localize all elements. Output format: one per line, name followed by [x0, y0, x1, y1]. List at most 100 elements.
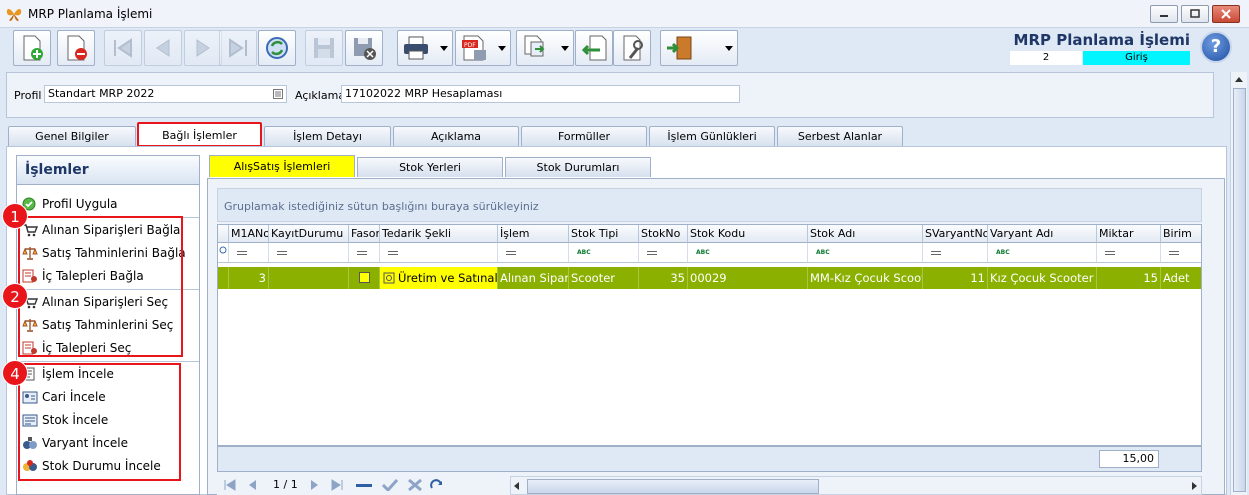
cell-islem[interactable]: Alınan Sipariş — [498, 267, 569, 289]
filter-birim[interactable] — [1161, 243, 1201, 263]
next-record-button[interactable] — [184, 30, 222, 66]
close-button[interactable] — [1212, 5, 1240, 23]
col-kayitdurumu[interactable]: KayıtDurumu — [269, 225, 349, 243]
cell-tedarik-sekli[interactable]: Üretim ve Satınalma — [380, 267, 498, 289]
col-stokno[interactable]: StokNo — [639, 225, 688, 243]
scroll-up-icon[interactable] — [1235, 77, 1243, 83]
nav-delete-icon[interactable] — [355, 479, 373, 491]
col-birim[interactable]: Birim — [1161, 225, 1201, 243]
subtab-stok-durumlari[interactable]: Stok Durumları — [505, 157, 651, 177]
horizontal-scrollbar[interactable] — [510, 476, 1202, 495]
first-record-button[interactable] — [104, 30, 142, 66]
tab-formuller[interactable]: Formüller — [521, 126, 647, 147]
save-close-button[interactable] — [345, 30, 383, 66]
profile-label: Profil — [14, 89, 42, 102]
window-title: MRP Planlama İşlemi — [28, 7, 153, 21]
filter-stok-kodu[interactable]: ABC — [688, 243, 808, 263]
record-number: 2 — [1010, 51, 1082, 65]
col-fasor[interactable]: Fasor — [349, 225, 380, 243]
filter-kayitdurumu[interactable] — [269, 243, 349, 263]
tab-bagli-islemler[interactable]: Bağlı İşlemler — [137, 122, 262, 147]
profile-field[interactable]: Standart MRP 2022 — [44, 85, 287, 103]
scroll-right-icon[interactable] — [1192, 482, 1198, 490]
filter-svaryantno[interactable] — [923, 243, 988, 263]
tab-islem-detayi[interactable]: İşlem Detayı — [264, 126, 391, 147]
filter-tedarik-sekli[interactable] — [380, 243, 498, 263]
refresh-button[interactable] — [258, 30, 296, 66]
cell-fasor[interactable] — [349, 267, 380, 289]
next-icon — [196, 39, 210, 57]
pdf-icon: PDF — [462, 35, 486, 61]
equals-icon — [357, 251, 367, 255]
col-stok-kodu[interactable]: Stok Kodu — [688, 225, 808, 243]
last-record-button[interactable] — [219, 30, 257, 66]
col-miktar[interactable]: Miktar — [1097, 225, 1161, 243]
scroll-left-icon[interactable] — [514, 482, 520, 490]
annotation-box-bagla — [18, 216, 183, 357]
new-record-button[interactable] — [13, 30, 51, 66]
previous-record-button[interactable] — [144, 30, 182, 66]
print-button[interactable] — [397, 30, 453, 66]
cell-birim[interactable]: Adet — [1161, 267, 1201, 289]
cell-stok-kodu[interactable]: 00029 — [688, 267, 808, 289]
delete-record-button[interactable] — [57, 30, 95, 66]
filter-stok-tipi[interactable]: ABC — [569, 243, 639, 263]
vertical-scroll-thumb[interactable] — [1233, 88, 1246, 492]
total-miktar: 15,00 — [1099, 450, 1159, 468]
col-islem[interactable]: İşlem — [498, 225, 569, 243]
filter-varyant-adi[interactable]: ABC — [988, 243, 1097, 263]
filter-m1ano[interactable] — [229, 243, 269, 263]
nav-cancel-icon[interactable] — [407, 479, 423, 491]
cell-m1ano[interactable]: 3 — [229, 267, 269, 289]
col-m1ano[interactable]: M1ANo — [229, 225, 269, 243]
filter-fasor[interactable] — [349, 243, 380, 263]
cell-stokno[interactable]: 35 — [639, 267, 688, 289]
maximize-button[interactable] — [1181, 5, 1209, 23]
divider — [19, 361, 199, 362]
tab-islem-gunlukleri[interactable]: İşlem Günlükleri — [649, 126, 775, 147]
op-profil-uygula[interactable]: Profil Uygula — [20, 194, 198, 214]
tab-serbest-alanlar[interactable]: Serbest Alanlar — [777, 126, 903, 147]
nav-next-icon[interactable] — [310, 479, 320, 491]
horizontal-scroll-thumb[interactable] — [527, 479, 819, 494]
col-svaryantno[interactable]: SVaryantNo — [923, 225, 988, 243]
description-field[interactable]: 17102022 MRP Hesaplaması — [341, 85, 740, 103]
nav-refresh-icon[interactable] — [429, 479, 445, 491]
col-tedarik-sekli[interactable]: Tedarik Şekli — [380, 225, 498, 243]
filter-islem[interactable] — [498, 243, 569, 263]
nav-confirm-icon[interactable] — [381, 479, 399, 491]
cell-svaryantno[interactable]: 11 — [923, 267, 988, 289]
pdf-export-button[interactable]: PDF — [455, 30, 511, 66]
transfer-button[interactable] — [516, 30, 574, 66]
tab-aciklama[interactable]: Açıklama — [393, 126, 519, 147]
checkbox-icon[interactable] — [359, 272, 370, 283]
col-stok-tipi[interactable]: Stok Tipi — [569, 225, 639, 243]
equals-icon — [237, 251, 247, 255]
col-stok-adi[interactable]: Stok Adı — [808, 225, 923, 243]
nav-first-icon[interactable] — [223, 479, 237, 491]
table-row[interactable]: 3 Üretim ve Satınalma Alınan Sipariş Sco… — [218, 267, 1201, 289]
tab-genel-bilgiler[interactable]: Genel Bilgiler — [8, 126, 136, 147]
help-button[interactable]: ? — [1200, 31, 1232, 63]
vertical-scrollbar[interactable] — [1230, 72, 1247, 495]
col-varyant-adi[interactable]: Varyant Adı — [988, 225, 1097, 243]
save-button[interactable] — [305, 30, 343, 66]
nav-last-icon[interactable] — [330, 479, 344, 491]
settings-button[interactable] — [613, 30, 651, 66]
cell-stok-tipi[interactable]: Scooter — [569, 267, 639, 289]
subtab-stok-yerleri[interactable]: Stok Yerleri — [357, 157, 503, 177]
filter-stok-adi[interactable]: ABC — [808, 243, 923, 263]
cell-stok-adi[interactable]: MM-Kız Çocuk Scooter — [808, 267, 923, 289]
exit-button[interactable] — [660, 30, 738, 66]
filter-miktar[interactable] — [1097, 243, 1161, 263]
cell-miktar[interactable]: 15 — [1097, 267, 1161, 289]
cell-kayitdurumu[interactable] — [269, 267, 349, 289]
cell-varyant-adi[interactable]: Kız Çocuk Scooter — [988, 267, 1097, 289]
group-by-area[interactable]: Gruplamak istediğiniz sütun başlığını bu… — [217, 188, 1202, 222]
subtab-alissatis-islemleri[interactable]: AlışSatış İşlemleri — [209, 155, 355, 177]
import-button[interactable] — [575, 30, 613, 66]
minimize-button[interactable] — [1150, 5, 1178, 23]
equals-icon — [388, 251, 398, 255]
filter-stokno[interactable] — [639, 243, 688, 263]
nav-previous-icon[interactable] — [247, 479, 257, 491]
